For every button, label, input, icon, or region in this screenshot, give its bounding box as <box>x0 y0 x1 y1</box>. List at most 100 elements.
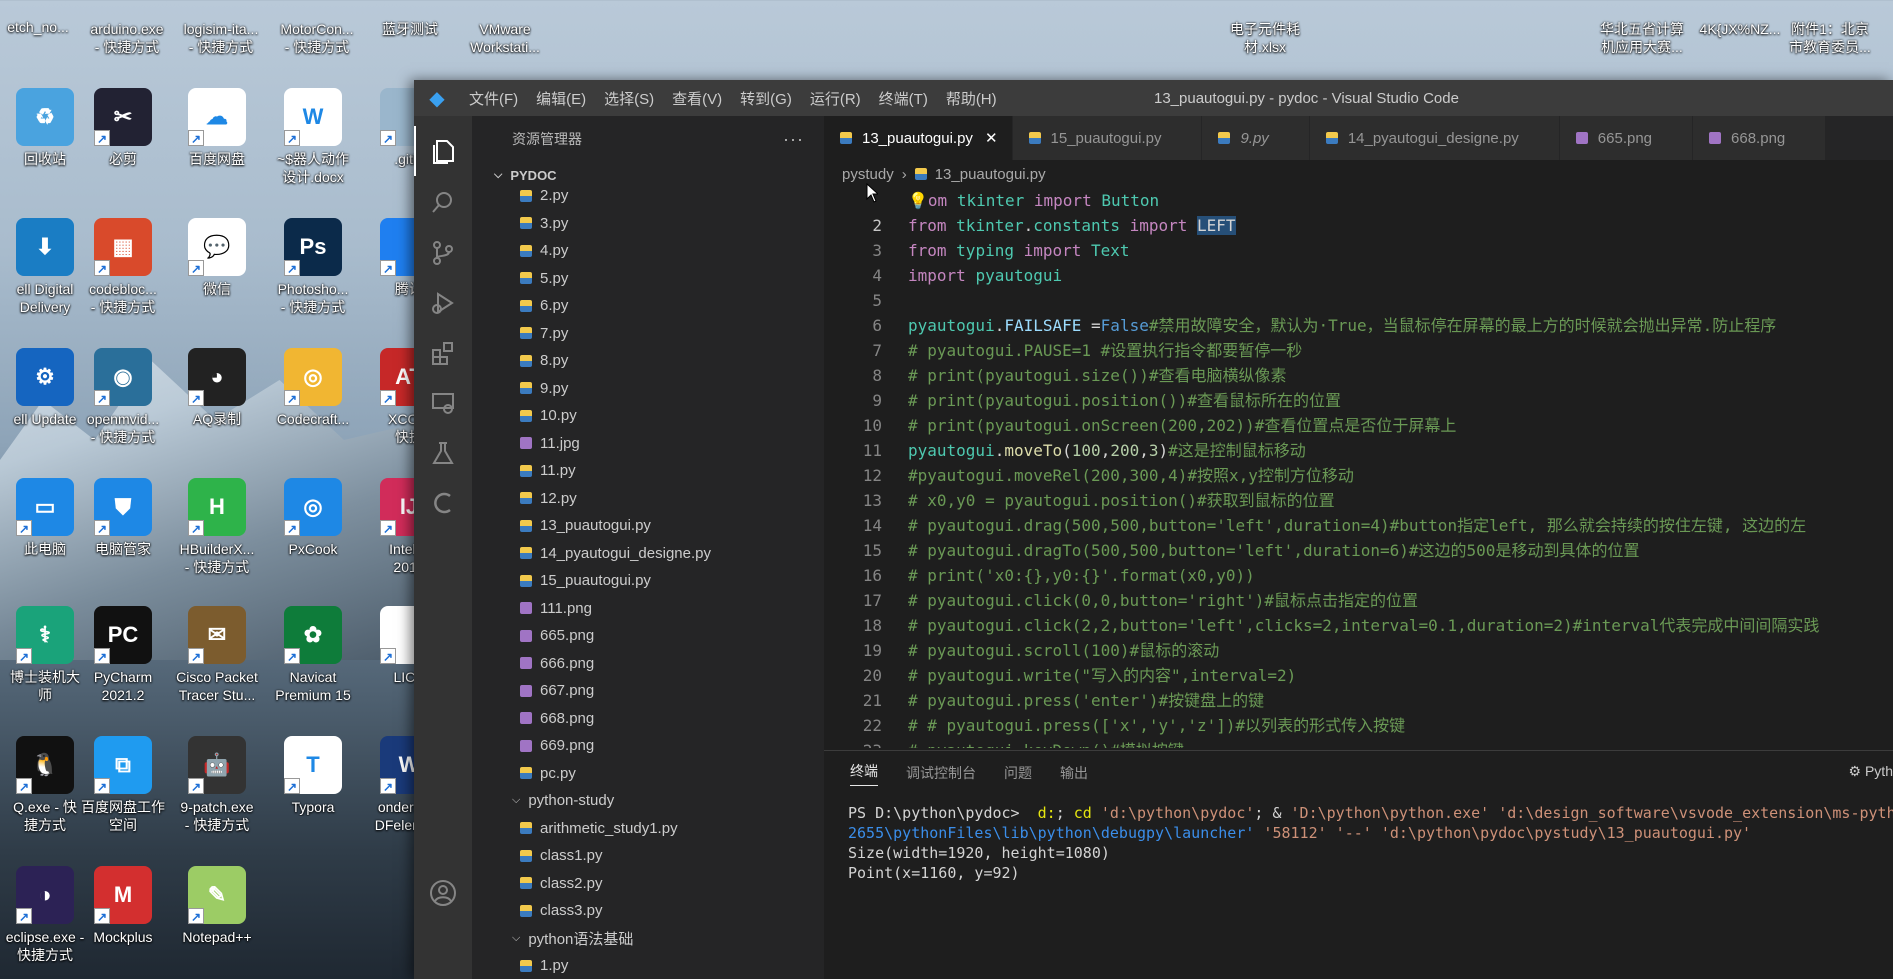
tree-file[interactable]: class1.py <box>472 842 824 870</box>
editor-tab[interactable]: 665.png <box>1559 116 1694 160</box>
panel-tab-debug-console[interactable]: 调试控制台 <box>906 763 976 783</box>
explorer-icon[interactable] <box>414 126 472 176</box>
breadcrumb-file[interactable]: 13_puautogui.py <box>935 166 1046 183</box>
code-line[interactable]: 4 import pyautogui <box>824 263 1893 288</box>
close-icon[interactable]: ✕ <box>985 129 998 147</box>
more-actions-icon[interactable]: ··· <box>783 129 804 150</box>
code-line[interactable]: 14 # pyautogui.drag(500,500,button='left'… <box>824 513 1893 538</box>
desktop-icon[interactable]: ▦ ↗ codebloc... - 快捷方式 <box>76 218 170 326</box>
panel-tab-problems[interactable]: 问题 <box>1004 763 1032 783</box>
tree-file[interactable]: 1.py <box>472 952 824 979</box>
tree-file[interactable]: 667.png <box>472 677 824 705</box>
tree-file[interactable]: 5.py <box>472 265 824 293</box>
desktop-icon[interactable]: Ps ↗ Photosho... - 快捷方式 <box>266 218 360 326</box>
code-line[interactable]: 20 # pyautogui.write("写入的内容",interval=2) <box>824 663 1893 688</box>
tree-file[interactable]: 111.png <box>472 595 824 623</box>
tree-file[interactable]: 13_puautogui.py <box>472 512 824 540</box>
tree-file[interactable]: 9.py <box>472 375 824 403</box>
code-line[interactable]: 19 # pyautogui.scroll(100)#鼠标的滚动 <box>824 638 1893 663</box>
desktop-icon[interactable]: ⧉ ↗ 百度网盘工作 空间 <box>76 736 170 844</box>
code-line[interactable]: 8 # print(pyautogui.size())#查看电脑横纵像素 <box>824 363 1893 388</box>
code-line[interactable]: 23 # pyautogui.keyDown()#模拟按键 <box>824 738 1893 748</box>
desktop-icon-label[interactable]: 蓝牙测试 <box>365 20 455 38</box>
desktop-icon-label[interactable]: 4K{JX%NZ... <box>1690 20 1790 38</box>
menu-selection[interactable]: 选择(S) <box>595 88 663 109</box>
editor-tab[interactable]: 15_puautogui.py <box>1012 116 1203 160</box>
code-line[interactable]: 11 pyautogui.moveTo(100,200,3)#这是控制鼠标移动 <box>824 438 1893 463</box>
remote-explorer-icon[interactable] <box>414 378 472 428</box>
desktop-icon-label[interactable]: etch_no... <box>0 18 78 36</box>
code-line[interactable]: 22 # # pyautogui.press(['x','y','z'])#以列表… <box>824 713 1893 738</box>
source-control-icon[interactable] <box>414 228 472 278</box>
desktop-icon-label[interactable]: VMware Workstati... <box>456 20 554 56</box>
code-line[interactable]: 16 # print('x0:{},y0:{}'.format(x0,y0)) <box>824 563 1893 588</box>
desktop-icon[interactable]: H ↗ HBuilderX... - 快捷方式 <box>170 478 264 586</box>
tree-file[interactable]: 665.png <box>472 622 824 650</box>
tree-file[interactable]: 669.png <box>472 732 824 760</box>
menu-file[interactable]: 文件(F) <box>460 88 527 109</box>
code-line[interactable]: 17 # pyautogui.click(0,0,button='right')#… <box>824 588 1893 613</box>
code-line[interactable]: 3 from typing import Text <box>824 238 1893 263</box>
editor-tab[interactable]: 14_pyautogui_designe.py <box>1309 116 1560 160</box>
tree-folder[interactable]: ⌵ python-study <box>472 787 824 815</box>
desktop-icon[interactable]: 🤖 ↗ 9-patch.exe - 快捷方式 <box>170 736 264 844</box>
code-line[interactable]: 9 # print(pyautogui.position())#查看鼠标所在的位置 <box>824 388 1893 413</box>
desktop-icon[interactable]: ✉ ↗ Cisco Packet Tracer Stu... <box>170 606 264 714</box>
desktop-icon[interactable]: T ↗ Typora <box>266 736 360 844</box>
tree-file[interactable]: 12.py <box>472 485 824 513</box>
search-icon[interactable] <box>414 178 472 228</box>
account-icon[interactable] <box>414 868 472 918</box>
panel-tab-output[interactable]: 输出 <box>1060 763 1088 783</box>
code-line[interactable]: 10 # print(pyautogui.onScreen(200,202))#查… <box>824 413 1893 438</box>
editor-tab[interactable]: 13_puautogui.py ✕ <box>824 116 1013 160</box>
tree-file[interactable]: class3.py <box>472 897 824 925</box>
panel-tab-terminal[interactable]: 终端 <box>850 761 878 786</box>
desktop-icon-label[interactable]: arduino.exe - 快捷方式 <box>78 20 176 56</box>
run-debug-icon[interactable] <box>414 278 472 328</box>
tree-file[interactable]: 10.py <box>472 402 824 430</box>
menu-edit[interactable]: 编辑(E) <box>527 88 595 109</box>
tree-file[interactable]: pc.py <box>472 760 824 788</box>
desktop-icon[interactable]: M ↗ Mockplus <box>76 866 170 974</box>
tree-file[interactable]: 7.py <box>472 320 824 348</box>
code-line[interactable]: 6 pyautogui.FAILSAFE =False#禁用故障安全，默认为·Tr… <box>824 313 1893 338</box>
tree-file[interactable]: 14_pyautogui_designe.py <box>472 540 824 568</box>
tree-folder[interactable]: ⌵ python语法基础 <box>472 925 824 953</box>
tree-file[interactable]: 15_puautogui.py <box>472 567 824 595</box>
tree-file[interactable]: 666.png <box>472 650 824 678</box>
menu-go[interactable]: 转到(G) <box>731 88 801 109</box>
tree-file[interactable]: arithmetic_study1.py <box>472 815 824 843</box>
tree-file[interactable]: 8.py <box>472 347 824 375</box>
code-line[interactable]: 5 <box>824 288 1893 313</box>
tree-file[interactable]: class2.py <box>472 870 824 898</box>
tree-file[interactable]: 668.png <box>472 705 824 733</box>
desktop-icon-label[interactable]: logisim-ita... - 快捷方式 <box>172 20 270 56</box>
tree-file[interactable]: 11.jpg <box>472 430 824 458</box>
code-line[interactable]: 15 # pyautogui.dragTo(500,500,button='lef… <box>824 538 1893 563</box>
desktop-icon-label[interactable]: 电子元件耗 材.xlsx <box>1215 20 1315 56</box>
tree-file[interactable]: 3.py <box>472 210 824 238</box>
code-line[interactable]: 2 from tkinter.constants import LEFT <box>824 213 1893 238</box>
code-line[interactable]: 13 # x0,y0 = pyautogui.position()#获取到鼠标的位… <box>824 488 1893 513</box>
terminal-python-selector[interactable]: ⚙ Pyth <box>1849 763 1893 780</box>
editor-tab[interactable]: 9.py <box>1202 116 1310 160</box>
desktop-icon[interactable]: ✿ ↗ Navicat Premium 15 <box>266 606 360 714</box>
extensions-icon[interactable] <box>414 328 472 378</box>
tree-file[interactable]: 4.py <box>472 237 824 265</box>
lightbulb-icon[interactable]: 💡 <box>908 191 928 210</box>
desktop-icon[interactable]: ☁ ↗ 百度网盘 <box>170 88 264 196</box>
tree-file[interactable]: 2.py <box>472 182 824 210</box>
desktop-icon[interactable]: ◉ ↗ openmvid... - 快捷方式 <box>76 348 170 456</box>
code-line[interactable]: 21 # pyautogui.press('enter')#按键盘上的键 <box>824 688 1893 713</box>
desktop-icon[interactable]: 💬 ↗ 微信 <box>170 218 264 326</box>
desktop-icon[interactable]: ◎ ↗ PxCook <box>266 478 360 586</box>
desktop-icon-label[interactable]: 附件1：北京 市教育委员... <box>1780 20 1880 56</box>
menu-terminal[interactable]: 终端(T) <box>870 88 937 109</box>
desktop-icon-label[interactable]: MotorCon... - 快捷方式 <box>268 20 366 56</box>
testing-icon[interactable] <box>414 428 472 478</box>
terminal-output[interactable]: PS D:\python\pydoc> d:; cd 'd:\python\py… <box>824 795 1893 883</box>
desktop-icon-label[interactable]: 华北五省计算 机应用大赛... <box>1592 20 1692 56</box>
menu-view[interactable]: 查看(V) <box>663 88 731 109</box>
desktop-icon[interactable]: ◎ ↗ Codecraft... <box>266 348 360 456</box>
desktop-icon[interactable]: W ↗ ~$器人动作 设计.docx <box>266 88 360 196</box>
